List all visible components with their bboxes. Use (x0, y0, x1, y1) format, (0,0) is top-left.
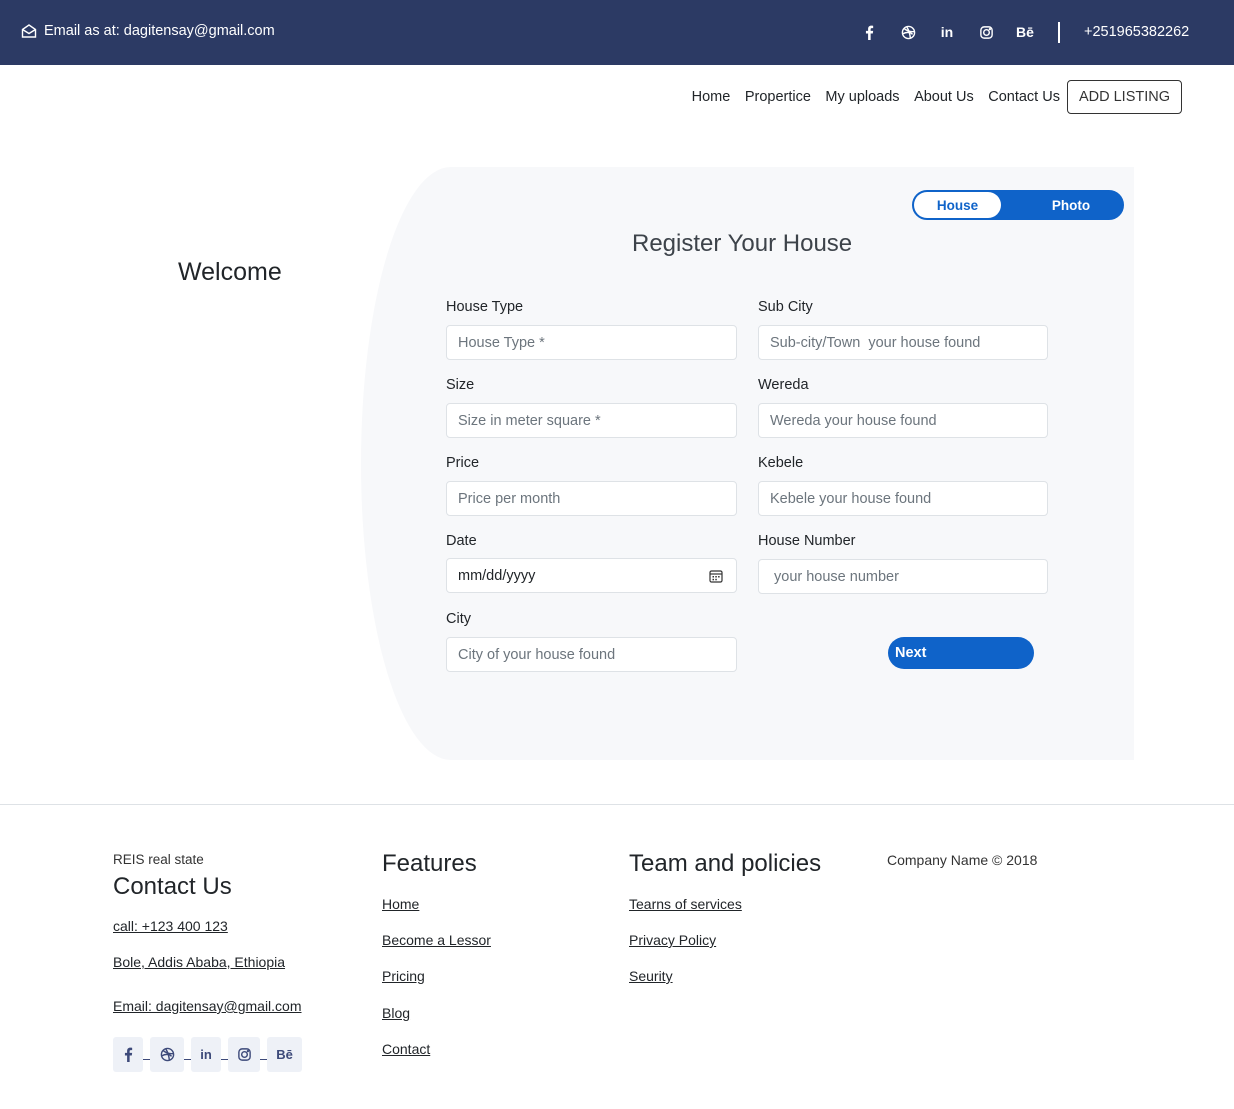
size-label: Size (446, 377, 475, 393)
price-label: Price (446, 455, 480, 471)
facebook-icon[interactable] (860, 21, 878, 43)
footer-brand: REIS real state (113, 852, 204, 867)
nav-home[interactable]: Home (692, 89, 731, 105)
top-email[interactable]: Email as at: dagitensay@gmail.com (21, 23, 275, 39)
date-input-text: mm/dd/yyyy (458, 568, 536, 584)
form-title: Register Your House (632, 230, 853, 257)
footer-divider (0, 804, 1234, 805)
footer-behance-icon[interactable]: Bē (267, 1037, 302, 1072)
sub-city-input[interactable] (758, 325, 1048, 360)
footer-social-gap (221, 1059, 228, 1060)
house-photo-toggle: House Photo (912, 190, 1124, 220)
sub-city-label: Sub City (758, 299, 813, 315)
footer-facebook-icon[interactable] (113, 1037, 143, 1072)
nav-contact-us[interactable]: Contact Us (988, 89, 1060, 105)
footer-contact-heading: Contact Us (113, 873, 232, 900)
toggle-house[interactable]: House (914, 192, 1001, 218)
house-number-label: House Number (758, 533, 856, 549)
policy-link-security[interactable]: Seurity (629, 968, 673, 984)
date-input[interactable]: mm/dd/yyyy (446, 558, 737, 593)
city-input[interactable] (446, 637, 737, 672)
footer-email-link[interactable]: Email: dagitensay@gmail.com (113, 998, 302, 1014)
welcome-heading: Welcome (178, 258, 282, 286)
toggle-photo[interactable]: Photo (1018, 192, 1124, 218)
footer-social-gap (184, 1059, 191, 1060)
price-input[interactable] (446, 481, 737, 516)
nav-about-us[interactable]: About Us (914, 89, 974, 105)
envelope-open-icon (21, 24, 37, 38)
team-policies-heading: Team and policies (629, 850, 822, 877)
house-type-label: House Type (446, 299, 524, 315)
top-phone[interactable]: +251965382262 (1084, 24, 1189, 40)
house-number-input[interactable] (758, 559, 1048, 594)
footer-social-gap (143, 1059, 150, 1060)
top-bar: Email as at: dagitensay@gmail.com in Bē … (0, 0, 1234, 65)
footer-instagram-icon[interactable] (228, 1037, 260, 1072)
features-link-become-lessor[interactable]: Become a Lessor (382, 932, 491, 948)
date-label: Date (446, 533, 477, 549)
nav-propertice[interactable]: Propertice (745, 89, 811, 105)
wereda-input[interactable] (758, 403, 1048, 438)
size-input[interactable] (446, 403, 737, 438)
footer-socials: in Bē (113, 1037, 302, 1072)
nav-my-uploads[interactable]: My uploads (825, 89, 899, 105)
dribbble-icon[interactable] (899, 21, 917, 43)
features-link-contact[interactable]: Contact (382, 1041, 430, 1057)
kebele-label: Kebele (758, 455, 804, 471)
main-nav: Home Propertice My uploads About Us Cont… (692, 80, 1182, 114)
footer-social-gap (260, 1059, 267, 1060)
footer-address-link[interactable]: Bole, Addis Ababa, Ethiopia (113, 954, 285, 970)
add-listing-button[interactable]: ADD LISTING (1066, 80, 1182, 114)
top-email-text: Email as at: dagitensay@gmail.com (44, 23, 275, 39)
wereda-label: Wereda (758, 377, 809, 393)
features-link-blog[interactable]: Blog (382, 1005, 410, 1021)
house-type-input[interactable] (446, 325, 737, 360)
calendar-icon[interactable] (709, 569, 723, 583)
city-label: City (446, 611, 471, 627)
next-button[interactable]: Next (888, 637, 1034, 669)
policy-link-terms[interactable]: Tearns of services (629, 896, 742, 912)
footer-call-link[interactable]: call: +123 400 123 (113, 918, 228, 934)
behance-icon[interactable]: Bē (1016, 21, 1034, 43)
footer-linkedin-icon[interactable]: in (191, 1037, 221, 1072)
features-heading: Features (382, 850, 477, 877)
footer-copyright: Company Name © 2018 (887, 852, 1038, 868)
features-link-home[interactable]: Home (382, 896, 419, 912)
kebele-input[interactable] (758, 481, 1048, 516)
footer-dribbble-icon[interactable] (150, 1037, 184, 1072)
top-socials: in Bē (860, 21, 1055, 43)
features-link-pricing[interactable]: Pricing (382, 968, 425, 984)
policy-link-privacy[interactable]: Privacy Policy (629, 932, 716, 948)
instagram-icon[interactable] (977, 21, 995, 43)
top-divider (1058, 22, 1060, 43)
linkedin-icon[interactable]: in (938, 21, 956, 43)
